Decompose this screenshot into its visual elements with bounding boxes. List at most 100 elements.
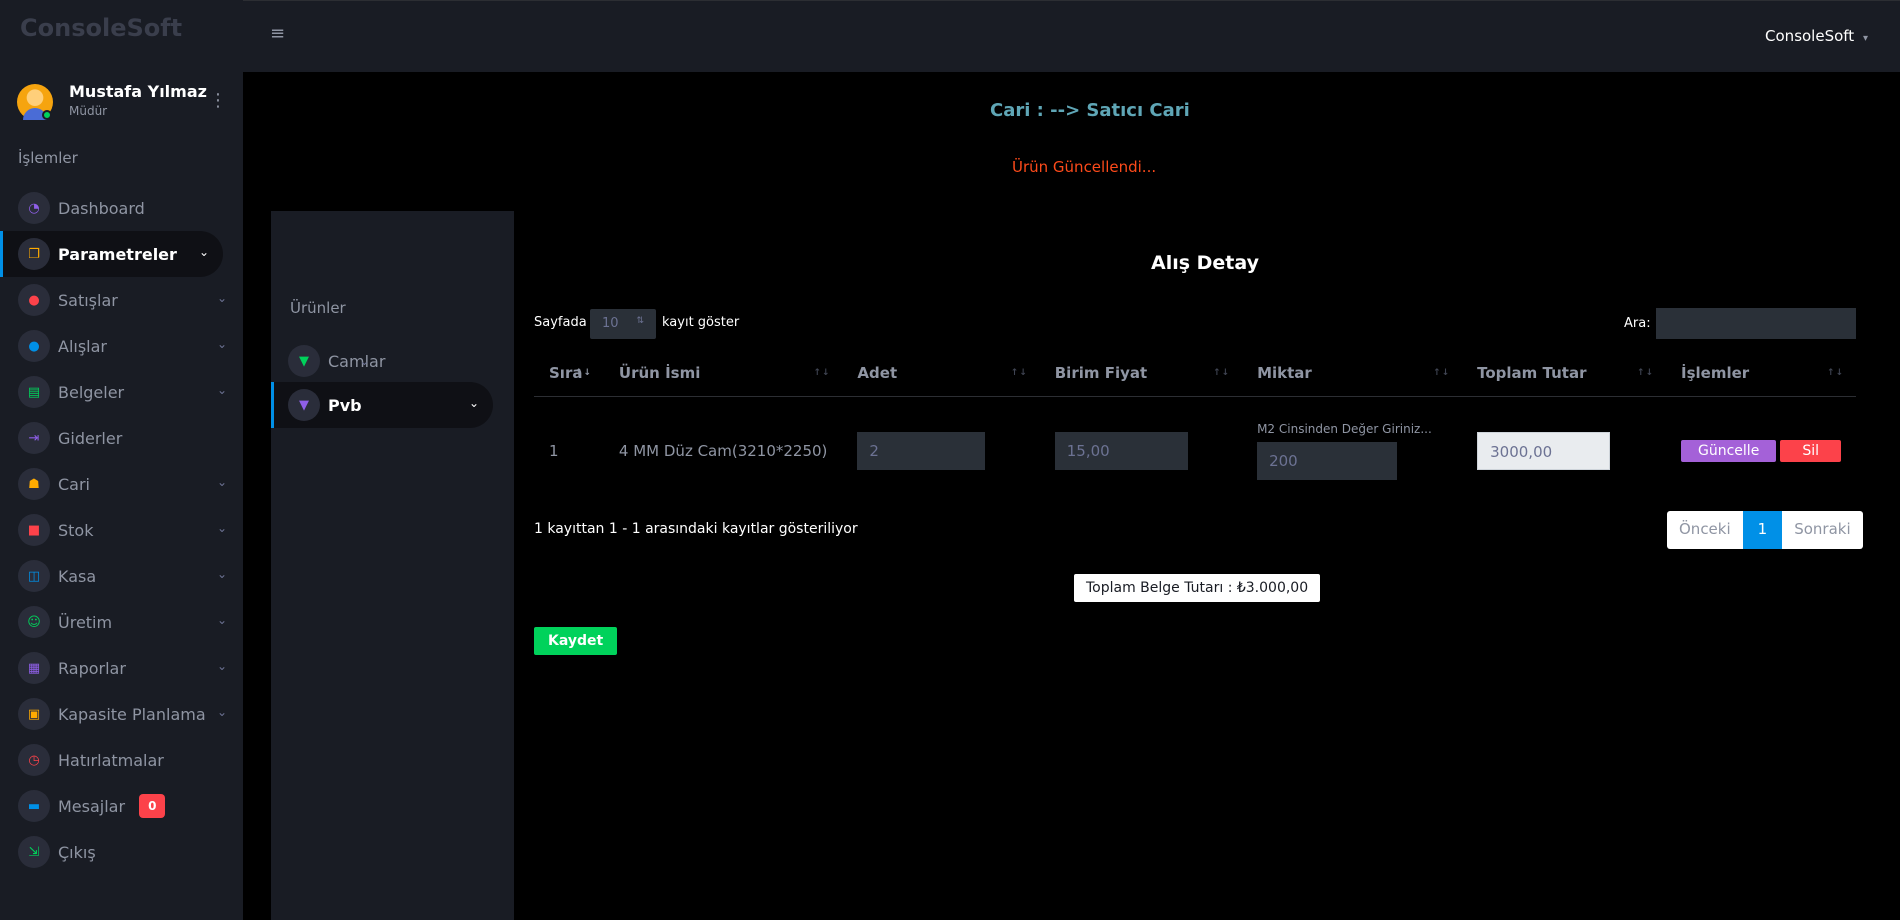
column-header-miktar[interactable]: Miktar ↑↓ — [1242, 350, 1463, 397]
sidebar-item-label: Cari — [58, 474, 90, 494]
sidebar-item-label: Satışlar — [58, 290, 118, 310]
detail-title: Alış Detay — [1151, 252, 1260, 274]
sidebar-item-raporlar[interactable]: ▦ Raporlar ⌄ — [0, 645, 243, 691]
page-length-value: 10 — [602, 316, 619, 331]
column-header-urun[interactable]: Ürün İsmi ↑↓ — [603, 350, 843, 397]
page-title: Cari : --> Satıcı Cari — [990, 100, 1190, 121]
top-navbar: ≡ ConsoleSoft ▾ — [243, 0, 1900, 72]
sidebar-item-label: Kapasite Planlama — [58, 704, 206, 724]
page-length-select[interactable]: 10 ⇅ — [590, 309, 656, 339]
clipboard-icon: ▣ — [18, 698, 50, 730]
hamburger-menu-icon[interactable]: ≡ — [270, 23, 285, 44]
logout-icon: ⇲ — [18, 836, 50, 868]
sidebar-item-parametreler[interactable]: ❐ Parametreler ⌄ — [0, 231, 223, 277]
chevron-down-icon: ⌄ — [216, 613, 227, 627]
document-total: Toplam Belge Tutarı : ₺3.000,00 — [1074, 574, 1321, 602]
table-row: 1 4 MM Düz Cam(3210*2250) 2 15,00 M2 Cin… — [534, 397, 1856, 505]
timer-icon: ◷ — [18, 744, 50, 776]
sidebar-item-belgeler[interactable]: ▤ Belgeler ⌄ — [0, 369, 243, 415]
pagination-prev[interactable]: Önceki — [1667, 511, 1743, 549]
sidebar-item-üretim[interactable]: ☺ Üretim ⌄ — [0, 599, 243, 645]
miktar-input[interactable]: 200 — [1257, 441, 1398, 480]
sidebar-section-title: İşlemler — [18, 149, 78, 167]
user-dropdown-label: ConsoleSoft — [1765, 27, 1855, 45]
chevron-down-icon: ⌄ — [216, 291, 227, 305]
sidebar-item-label: Hatırlatmalar — [58, 750, 164, 770]
save-button[interactable]: Kaydet — [534, 627, 618, 655]
message-icon: ▬ — [18, 790, 50, 822]
cell-sira: 1 — [549, 441, 559, 460]
sidebar-item-label: Kasa — [58, 566, 97, 586]
sub-item-label: Pvb — [328, 395, 362, 415]
profile-role: Müdür — [69, 104, 108, 118]
profile-name: Mustafa Yılmaz — [69, 82, 207, 101]
brand-logo[interactable]: ConsoleSoft — [20, 14, 182, 42]
sidebar-item-mesajlar[interactable]: ▬ Mesajlar 0 — [0, 783, 243, 829]
miktar-hint: M2 Cinsinden Değer Giriniz... — [1257, 421, 1432, 436]
robot-icon: ☺ — [18, 606, 50, 638]
sidebar-item-çıkış[interactable]: ⇲ Çıkış — [0, 829, 243, 875]
delete-button[interactable]: Sil — [1780, 439, 1841, 462]
sidebar-item-label: Mesajlar — [58, 796, 126, 816]
chevron-down-icon: ⌄ — [216, 383, 227, 397]
sidebar-item-kasa[interactable]: ◫ Kasa ⌄ — [0, 553, 243, 599]
products-panel-title: Ürünler — [290, 299, 346, 317]
chevron-down-icon: ⌄ — [216, 475, 227, 489]
sidebar-item-dashboard[interactable]: ◔ Dashboard — [0, 185, 243, 231]
sidebar-item-label: Çıkış — [58, 842, 96, 862]
sidebar-item-label: Raporlar — [58, 658, 126, 678]
report-icon: ▦ — [18, 652, 50, 684]
cashbox-icon: ◫ — [18, 560, 50, 592]
layers-icon: ❐ — [18, 238, 50, 270]
cart-icon: ● — [18, 330, 50, 362]
chevron-down-icon: ⌄ — [216, 659, 227, 673]
sidebar-item-stok[interactable]: ■ Stok ⌄ — [0, 507, 243, 553]
sidebar-item-label: Alışlar — [58, 336, 107, 356]
sidebar: ConsoleSoft Mustafa Yılmaz Müdür ⋮ İşlem… — [0, 0, 243, 920]
products-panel: Ürünler ▼ Camlar ⌄ ▼ Pvb ⌄ — [271, 211, 514, 920]
sidebar-item-giderler[interactable]: ⇥ Giderler — [0, 415, 243, 461]
arrow-right-icon: ⇥ — [18, 422, 50, 454]
update-button[interactable]: Güncelle — [1681, 439, 1777, 462]
status-message: Ürün Güncellendi... — [1012, 158, 1157, 176]
kebab-menu-icon[interactable]: ⋮ — [209, 90, 227, 111]
search-input[interactable] — [1656, 308, 1856, 339]
sidebar-item-label: Dashboard — [58, 198, 145, 218]
sidebar-item-alışlar[interactable]: ● Alışlar ⌄ — [0, 323, 243, 369]
sub-item-pvb[interactable]: ▼ Pvb ⌄ — [271, 382, 493, 428]
user-profile: Mustafa Yılmaz Müdür ⋮ — [17, 82, 227, 130]
caret-down-icon: ▾ — [1862, 33, 1868, 44]
column-header-sira[interactable]: Sıra ↑↓ — [534, 350, 604, 397]
unread-count-badge: 0 — [139, 794, 166, 818]
sidebar-item-label: Stok — [58, 520, 94, 540]
sidebar-item-label: Üretim — [58, 612, 113, 632]
pagination: Önceki 1 Sonraki — [1667, 511, 1863, 549]
record-icon: ● — [18, 284, 50, 316]
birim-fiyat-input[interactable]: 15,00 — [1054, 431, 1188, 470]
online-status-icon — [42, 110, 52, 120]
sidebar-menu: ◔ Dashboard ❐ Parametreler ⌄ ● Satışlar ⌄ ● Alışl… — [0, 185, 243, 875]
box-icon: ■ — [18, 514, 50, 546]
sidebar-item-cari[interactable]: ☗ Cari ⌄ — [0, 461, 243, 507]
chevron-down-icon: ⌄ — [216, 337, 227, 351]
pagination-page-1[interactable]: 1 — [1742, 511, 1783, 549]
pagination-next[interactable]: Sonraki — [1782, 511, 1862, 549]
sidebar-item-satışlar[interactable]: ● Satışlar ⌄ — [0, 277, 243, 323]
column-header-islemler[interactable]: İşlemler ↑↓ — [1666, 350, 1856, 397]
chevron-down-icon: ⌄ — [198, 245, 209, 259]
chevron-down-icon: ⌄ — [216, 567, 227, 581]
length-suffix: kayıt göster — [662, 315, 740, 330]
column-header-birim-fiyat[interactable]: Birim Fiyat ↑↓ — [1039, 350, 1243, 397]
chevron-down-icon: ⌄ — [359, 354, 370, 368]
sidebar-item-kapasite-planlama[interactable]: ▣ Kapasite Planlama ⌄ — [0, 691, 243, 737]
column-header-adet[interactable]: Adet ↑↓ — [842, 350, 1040, 397]
sidebar-item-label: Belgeler — [58, 382, 125, 402]
sidebar-item-hatırlatmalar[interactable]: ◷ Hatırlatmalar — [0, 737, 243, 783]
adet-input[interactable]: 2 — [857, 431, 986, 470]
chevron-down-icon: ⌄ — [216, 705, 227, 719]
search-label: Ara: — [1624, 316, 1651, 331]
user-dropdown[interactable]: ConsoleSoft ▾ — [1765, 27, 1868, 45]
sub-item-camlar[interactable]: ▼ Camlar ⌄ — [271, 338, 385, 384]
column-header-toplam[interactable]: Toplam Tutar ↑↓ — [1462, 350, 1667, 397]
cup-icon: ▼ — [288, 345, 320, 377]
